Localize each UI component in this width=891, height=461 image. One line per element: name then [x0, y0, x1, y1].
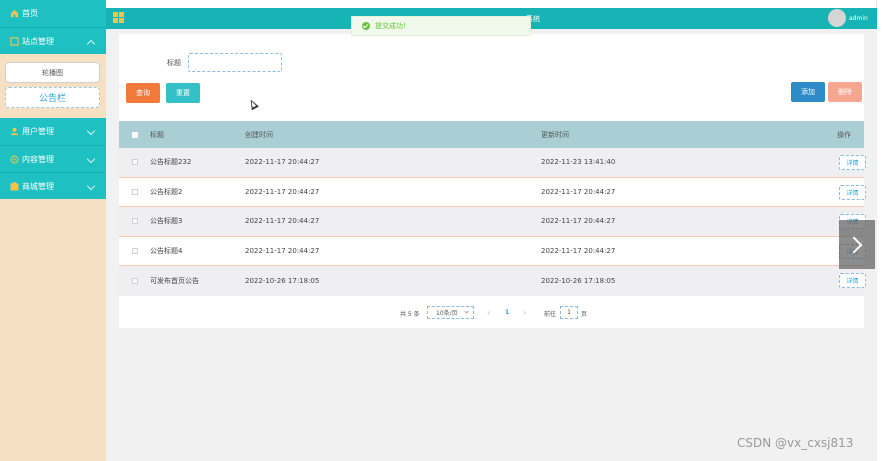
- table-row: 公告标题2 2022-11-17 20:44:27 2022-11-17 20:…: [119, 177, 866, 208]
- reset-button[interactable]: 重置: [166, 83, 200, 103]
- select-all-checkbox[interactable]: [131, 131, 138, 138]
- sidebar-item-user-management[interactable]: 用户管理: [0, 118, 106, 145]
- row-checkbox[interactable]: [131, 278, 138, 285]
- content-panel: 标题 查询 重置 添加 删除 标题 创建时间 更新时间 操作 公告标题232 2…: [119, 34, 866, 328]
- table-row: 公告标题232 2022-11-17 20:44:27 2022-11-23 1…: [119, 148, 866, 178]
- chevron-down-icon: [86, 126, 96, 136]
- chevron-down-icon: [464, 309, 469, 314]
- submenu: 轮播图 公告栏: [0, 54, 106, 118]
- search-title-label: 标题: [167, 59, 181, 67]
- cell-created: 2022-11-17 20:44:27: [245, 187, 320, 196]
- cell-title: 公告标题232: [150, 158, 192, 167]
- page-number-current[interactable]: 1: [505, 309, 509, 316]
- sidebar-item-label: 首页: [22, 9, 38, 18]
- submenu-item-notice[interactable]: 公告栏: [5, 87, 100, 108]
- detail-button[interactable]: 详情: [839, 184, 866, 200]
- cell-created: 2022-11-17 20:44:27: [245, 158, 320, 167]
- sidebar-item-mall-management[interactable]: 商城管理: [0, 172, 106, 199]
- username[interactable]: admin: [849, 15, 868, 22]
- app-frame: 首页 站点管理 轮播图 公告栏 用户管理 内容管理 商城管理 系统 admin …: [0, 0, 877, 461]
- sidebar-item-site-management[interactable]: 站点管理: [0, 27, 106, 54]
- content-icon: [10, 155, 19, 164]
- header-updated: 更新时间: [541, 130, 569, 139]
- row-checkbox[interactable]: [131, 188, 138, 195]
- chevron-down-icon: [86, 154, 96, 164]
- query-button[interactable]: 查询: [126, 83, 160, 103]
- delete-button[interactable]: 删除: [828, 82, 862, 102]
- cell-title: 可发布首页公告: [150, 277, 199, 286]
- watermark: CSDN @vx_cxsj813: [737, 436, 854, 450]
- sidebar-item-label: 用户管理: [22, 127, 54, 136]
- pagination: 共 5 条 10条/页 ‹ 1 › 前往 页: [119, 306, 864, 320]
- page-size-value: 10条/页: [436, 310, 458, 317]
- notice-table: 标题 创建时间 更新时间 操作 公告标题232 2022-11-17 20:44…: [119, 121, 866, 296]
- next-arrow-button[interactable]: [839, 220, 875, 269]
- toast-message: 提交成功!: [375, 22, 406, 30]
- cell-created: 2022-11-17 20:44:27: [245, 217, 320, 226]
- cell-title: 公告标题2: [150, 187, 183, 196]
- cell-created: 2022-11-17 20:44:27: [245, 247, 320, 256]
- mall-icon: [10, 181, 19, 191]
- chevron-up-icon: [86, 39, 96, 49]
- sidebar-item-home[interactable]: 首页: [0, 0, 106, 27]
- success-check-icon: [362, 22, 370, 30]
- cell-updated: 2022-11-23 13:41:40: [541, 158, 616, 167]
- goto-unit-label: 页: [581, 311, 588, 318]
- sidebar-item-label: 内容管理: [22, 154, 54, 164]
- cell-updated: 2022-11-17 20:44:27: [541, 187, 616, 196]
- search-title-input[interactable]: [188, 53, 282, 72]
- table-row: 可发布首页公告 2022-10-26 17:18:05 2022-10-26 1…: [119, 266, 866, 296]
- sidebar-item-label: 站点管理: [22, 36, 54, 46]
- table-row: 公告标题3 2022-11-17 20:44:27 2022-11-17 20:…: [119, 207, 866, 237]
- pagination-total: 共 5 条: [400, 311, 420, 318]
- page-size-select[interactable]: 10条/页: [427, 306, 474, 319]
- sidebar: 首页 站点管理 轮播图 公告栏 用户管理 内容管理 商城管理: [0, 0, 106, 461]
- submenu-item-carousel[interactable]: 轮播图: [5, 62, 100, 83]
- table-header: 标题 创建时间 更新时间 操作: [119, 121, 864, 148]
- site-icon: [10, 36, 19, 46]
- detail-button[interactable]: 详情: [839, 155, 866, 170]
- home-icon: [10, 9, 19, 18]
- avatar[interactable]: [828, 9, 846, 27]
- header-action: 操作: [837, 130, 851, 139]
- header-created: 创建时间: [245, 130, 273, 139]
- goto-label: 前往: [544, 311, 557, 318]
- cell-updated: 2022-11-17 20:44:27: [541, 217, 616, 226]
- cell-updated: 2022-10-26 17:18:05: [541, 277, 616, 286]
- goto-page-input[interactable]: [560, 306, 578, 319]
- chevron-right-icon: [845, 236, 863, 253]
- user-icon: [10, 127, 19, 136]
- cell-title: 公告标题4: [150, 247, 183, 256]
- success-toast: 提交成功!: [351, 16, 531, 36]
- header-title: 标题: [150, 130, 164, 139]
- sidebar-item-content-management[interactable]: 内容管理: [0, 145, 106, 172]
- cell-title: 公告标题3: [150, 217, 183, 226]
- detail-button[interactable]: 详情: [839, 273, 866, 289]
- row-checkbox[interactable]: [131, 159, 138, 166]
- next-page-button[interactable]: ›: [523, 308, 526, 317]
- table-row: 公告标题4 2022-11-17 20:44:27 2022-11-17 20:…: [119, 236, 866, 267]
- cell-updated: 2022-11-17 20:44:27: [541, 247, 616, 256]
- sidebar-item-label: 商城管理: [22, 181, 54, 191]
- add-button[interactable]: 添加: [791, 82, 825, 102]
- prev-page-button[interactable]: ‹: [487, 308, 490, 317]
- main-content: 标题 查询 重置 添加 删除 标题 创建时间 更新时间 操作 公告标题232 2…: [106, 29, 877, 461]
- cell-created: 2022-10-26 17:18:05: [245, 277, 320, 286]
- mouse-cursor-icon: [247, 97, 259, 111]
- row-checkbox[interactable]: [131, 218, 138, 225]
- row-checkbox[interactable]: [131, 248, 138, 255]
- chevron-down-icon: [86, 181, 96, 191]
- menu-grid-icon[interactable]: [113, 12, 124, 23]
